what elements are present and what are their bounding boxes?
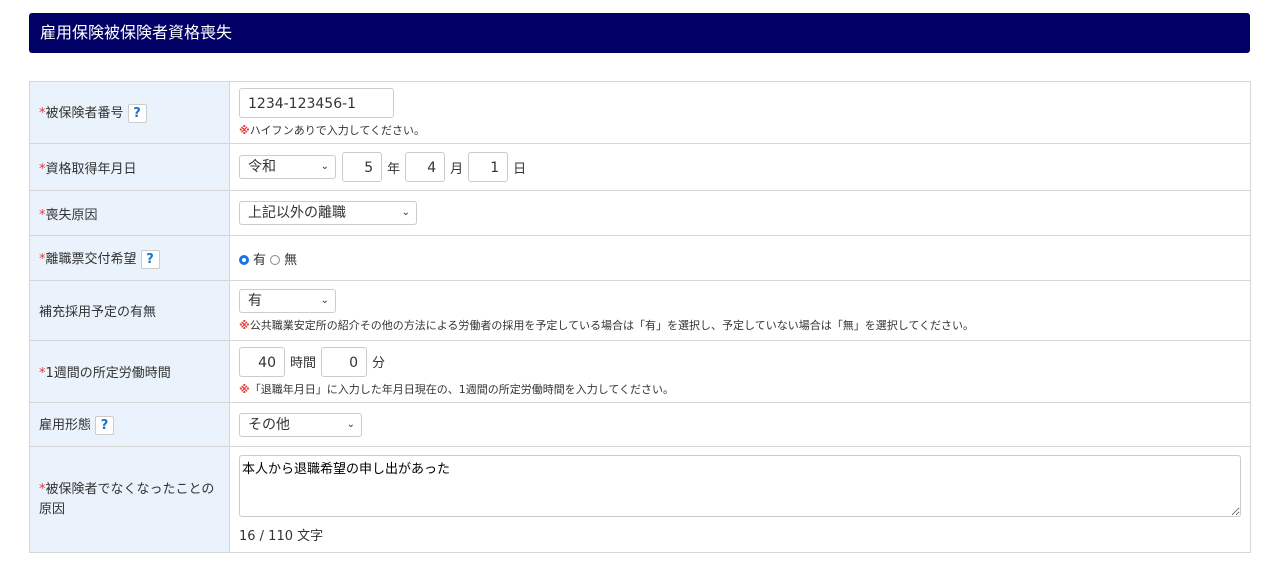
row-insured-no: *被保険者番号? 1234-123456-1 ※ハイフンありで入力してください。 <box>29 81 1251 144</box>
row-weekly-hours: *1週間の所定労働時間 40 時間 0 分 ※「退職年月日」に入力した年月日現在の、1… <box>29 340 1251 403</box>
replacement-value: 有 <box>248 292 262 309</box>
row-separation-slip: *離職票交付希望? 有 無 <box>29 235 1251 281</box>
note: ※「退職年月日」に入力した年月日現在の、1週間の所定労働時間を入力してください。 <box>239 381 1241 397</box>
chevron-down-icon: ⌄ <box>320 294 329 306</box>
day-unit: 日 <box>513 161 527 177</box>
label-cell: *1週間の所定労働時間 <box>29 340 230 403</box>
minutes-input[interactable]: 0 <box>321 346 368 377</box>
cause-textarea[interactable]: 本人から退職希望の申し出があった <box>239 455 1241 517</box>
label: 被保険者番号 <box>45 106 124 121</box>
note-text: 「退職年月日」に入力した年月日現在の、1週間の所定労働時間を入力してください。 <box>249 382 675 396</box>
row-acquired-date: *資格取得年月日 令和 ⌄ 5年4月1日 <box>29 143 1251 191</box>
label-cell: *離職票交付希望? <box>29 235 230 281</box>
employment-type-value: その他 <box>248 416 290 433</box>
value-cell: 本人から退職希望の申し出があった 16 / 110 文字 <box>229 446 1251 553</box>
year-unit: 年 <box>387 161 401 177</box>
hours-unit: 時間 <box>290 356 317 371</box>
label-cell: 雇用形態? <box>29 402 230 447</box>
value-cell: 1234-123456-1 ※ハイフンありで入力してください。 <box>229 81 1251 144</box>
radio-yes-label[interactable]: 有 <box>253 253 266 268</box>
note: ※ハイフンありで入力してください。 <box>239 122 1241 138</box>
value-cell: 有 無 <box>229 235 1251 281</box>
row-employment-type: 雇用形態? その他 ⌄ <box>29 402 1251 447</box>
month-unit: 月 <box>450 161 464 177</box>
chevron-down-icon: ⌄ <box>346 418 355 430</box>
label: 喪失原因 <box>45 207 98 223</box>
label: 1週間の所定労働時間 <box>45 366 171 381</box>
label: 補充採用予定の有無 <box>39 305 157 320</box>
label: 雇用形態 <box>39 418 92 433</box>
page-title: 雇用保険被保険者資格喪失 <box>29 13 1250 53</box>
help-icon[interactable]: ? <box>95 416 115 435</box>
note-mark: ※ <box>239 318 250 332</box>
value-cell: その他 ⌄ <box>229 402 1251 447</box>
label-cell: *喪失原因 <box>29 190 230 236</box>
value-cell: 上記以外の離職 ⌄ <box>229 190 1251 236</box>
chevron-down-icon: ⌄ <box>401 207 410 218</box>
replacement-select[interactable]: 有 ⌄ <box>239 288 336 313</box>
help-icon[interactable]: ? <box>127 104 147 123</box>
loss-reason-value: 上記以外の離職 <box>248 205 346 221</box>
form-table: *被保険者番号? 1234-123456-1 ※ハイフンありで入力してください。… <box>29 81 1251 553</box>
era-value: 令和 <box>248 159 276 175</box>
month-input[interactable]: 4 <box>405 152 446 182</box>
minutes-unit: 分 <box>372 356 386 371</box>
row-loss-reason: *喪失原因 上記以外の離職 ⌄ <box>29 190 1251 236</box>
value-cell: 有 ⌄ ※公共職業安定所の紹介その他の方法による労働者の採用を予定している場合は「… <box>229 280 1251 341</box>
note: ※公共職業安定所の紹介その他の方法による労働者の採用を予定している場合は「有」を… <box>239 317 1241 333</box>
char-counter: 16 / 110 文字 <box>239 529 324 544</box>
day-input[interactable]: 1 <box>468 152 509 182</box>
label: 被保険者でなくなったことの原因 <box>39 481 215 517</box>
hours-input[interactable]: 40 <box>239 346 285 377</box>
employment-type-select[interactable]: その他 ⌄ <box>239 412 362 437</box>
note-mark: ※ <box>239 382 250 396</box>
note-mark: ※ <box>239 123 250 137</box>
chevron-down-icon: ⌄ <box>320 161 329 172</box>
era-select[interactable]: 令和 ⌄ <box>239 155 336 179</box>
label: 離職票交付希望 <box>45 251 137 267</box>
row-replacement: 補充採用予定の有無 有 ⌄ ※公共職業安定所の紹介その他の方法による労働者の採用を… <box>29 280 1251 341</box>
value-cell: 令和 ⌄ 5年4月1日 <box>229 143 1251 191</box>
radio-no-label[interactable]: 無 <box>284 253 297 268</box>
note-text: ハイフンありで入力してください。 <box>249 123 426 137</box>
label-cell: 補充採用予定の有無 <box>29 280 230 341</box>
help-icon[interactable]: ? <box>140 249 160 269</box>
label-cell: *被保険者番号? <box>29 81 230 144</box>
insured-no-input[interactable]: 1234-123456-1 <box>239 87 394 118</box>
value-cell: 40 時間 0 分 ※「退職年月日」に入力した年月日現在の、1週間の所定労働時間を入力… <box>229 340 1251 403</box>
label-cell: *資格取得年月日 <box>29 143 230 191</box>
row-cause: *被保険者でなくなったことの原因 本人から退職希望の申し出があった 16 / 1… <box>29 446 1251 553</box>
note-text: 公共職業安定所の紹介その他の方法による労働者の採用を予定している場合は「有」を選… <box>249 318 975 332</box>
label-cell: *被保険者でなくなったことの原因 <box>29 446 230 553</box>
year-input[interactable]: 5 <box>342 152 383 182</box>
loss-reason-select[interactable]: 上記以外の離職 ⌄ <box>239 201 417 225</box>
radio-no[interactable] <box>270 255 281 265</box>
label: 資格取得年月日 <box>45 161 137 177</box>
radio-yes[interactable] <box>239 255 249 265</box>
